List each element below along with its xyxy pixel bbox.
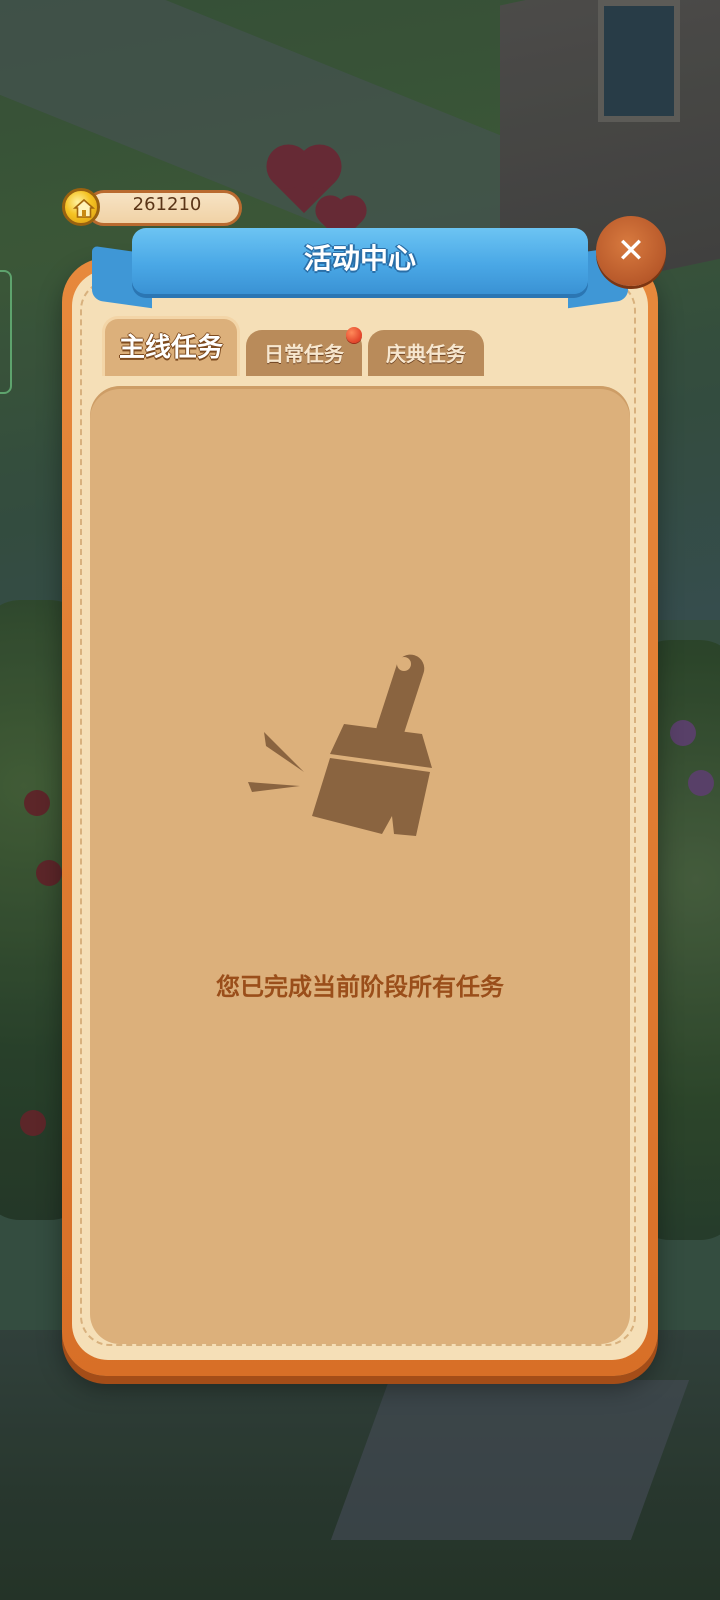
currency-display: 261210 <box>62 188 242 226</box>
title-banner: 活动中心 <box>92 228 628 309</box>
close-icon[interactable]: ✕ <box>596 216 666 286</box>
task-list-area <box>90 386 630 1344</box>
game-screen: 261210 主线任务 日常任务 庆典任务 活动中心 ✕ 您已完成当前阶段所有任… <box>0 0 720 1600</box>
currency-value: 261210 <box>132 194 202 215</box>
banner-ribbon: 活动中心 <box>132 228 588 294</box>
broom-icon <box>246 646 446 846</box>
house-coin-icon <box>62 188 100 226</box>
notification-dot <box>346 327 362 343</box>
close-button[interactable]: ✕ <box>596 216 666 286</box>
side-panel-edge[interactable] <box>0 270 12 394</box>
tab-daily-quests[interactable]: 日常任务 <box>246 330 362 376</box>
page-title: 活动中心 <box>303 242 416 275</box>
tab-festival-quests[interactable]: 庆典任务 <box>368 330 484 376</box>
tab-main-quests[interactable]: 主线任务 <box>102 316 240 376</box>
empty-state-message: 您已完成当前阶段所有任务 <box>216 973 504 1001</box>
